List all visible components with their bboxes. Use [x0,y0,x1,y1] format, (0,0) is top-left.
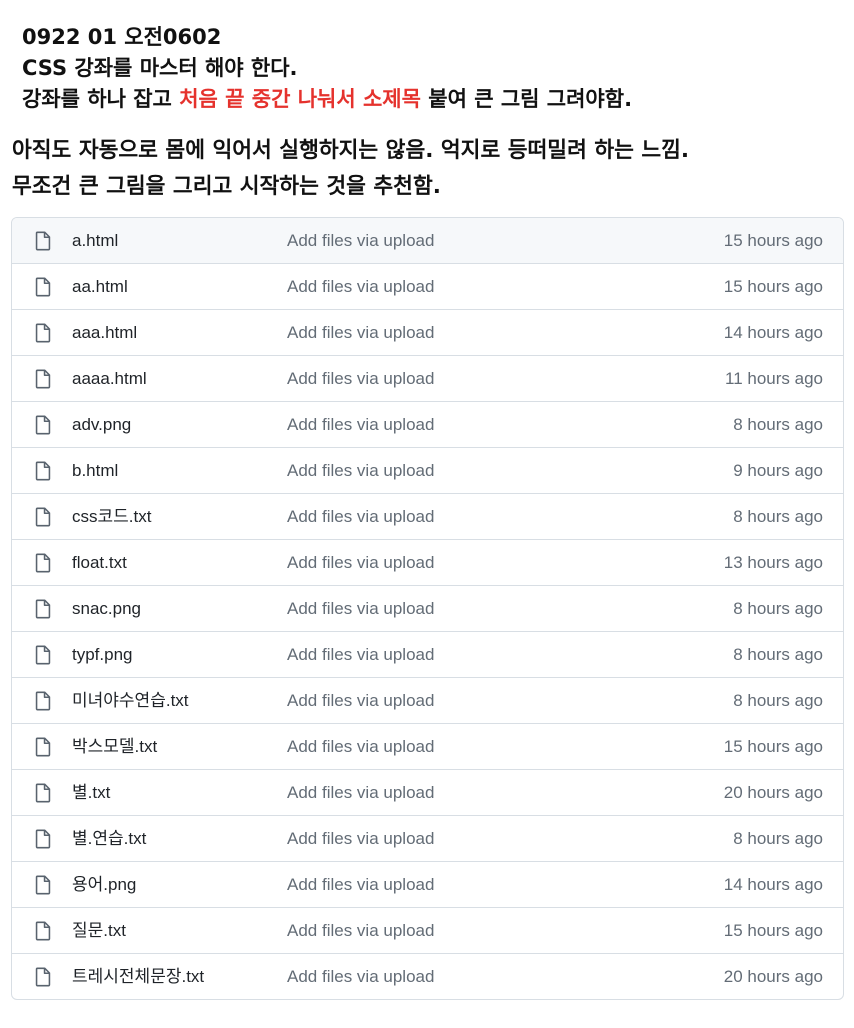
notes-block: 0922 01 오전0602 CSS 강좌를 마스터 해야 한다. 강좌를 하나… [22,22,842,115]
file-name-link[interactable]: typf.png [72,632,133,678]
file-row[interactable]: aaaa.html Add files via upload 11 hours ag… [12,355,843,401]
commit-age: 15 hours ago [723,921,823,940]
file-name-link[interactable]: 트레시전체문장.txt [72,954,204,999]
file-row[interactable]: 별.txt Add files via upload 20 hours ago [12,769,843,815]
file-row[interactable]: 별.연습.txt Add files via upload 8 hours ago [12,815,843,861]
note2-line-2: 무조건 큰 그림을 그리고 시작하는 것을 추천함. [12,174,441,199]
file-name-link[interactable]: 별.연습.txt [72,816,146,862]
file-name-link[interactable]: 별.txt [72,770,110,816]
file-icon [34,691,52,711]
file-row[interactable]: 질문.txt Add files via upload 15 hours ago [12,907,843,953]
commit-age: 20 hours ago [723,783,823,802]
file-icon [34,967,52,987]
file-list: a.html Add files via upload 15 hours ago aa… [11,217,844,1000]
commit-message-link[interactable]: Add files via upload [287,770,434,816]
file-name-link[interactable]: css코드.txt [72,494,151,540]
commit-message-link[interactable]: Add files via upload [287,862,434,908]
file-icon [34,875,52,895]
commit-age: 8 hours ago [733,599,823,618]
file-row[interactable]: b.html Add files via upload 9 hours ago [12,447,843,493]
commit-message-link[interactable]: Add files via upload [287,356,434,402]
file-icon [34,737,52,757]
file-name-link[interactable]: aaa.html [72,310,137,356]
file-row[interactable]: snac.png Add files via upload 8 hours ago [12,585,843,631]
note2-line-1: 아직도 자동으로 몸에 익어서 실행하지는 않음. 억지로 등떠밀려 하는 느낌… [12,138,690,163]
file-icon [34,553,52,573]
commit-age: 15 hours ago [723,737,823,756]
note-line-3-prefix: 강좌를 하나 잡고 [22,87,180,111]
file-row[interactable]: a.html Add files via upload 15 hours ago [12,218,843,263]
commit-message-link[interactable]: Add files via upload [287,494,434,540]
file-row[interactable]: adv.png Add files via upload 8 hours ago [12,401,843,447]
commit-age: 14 hours ago [723,875,823,894]
note-line-3-suffix: 붙여 큰 그림 그려야함. [420,87,633,111]
commit-message-link[interactable]: Add files via upload [287,632,434,678]
file-icon [34,369,52,389]
file-name-link[interactable]: adv.png [72,402,131,448]
file-row[interactable]: 미녀야수연습.txt Add files via upload 8 hours ag… [12,677,843,723]
commit-message-link[interactable]: Add files via upload [287,724,434,770]
commit-message-link[interactable]: Add files via upload [287,954,434,999]
commit-age: 8 hours ago [733,507,823,526]
file-row[interactable]: 트레시전체문장.txt Add files via upload 20 hours … [12,953,843,999]
file-row[interactable]: float.txt Add files via upload 13 hours ag… [12,539,843,585]
note-line-2: CSS 강좌를 마스터 해야 한다. [22,56,298,80]
commit-message-link[interactable]: Add files via upload [287,402,434,448]
commit-age: 14 hours ago [723,323,823,342]
file-icon [34,829,52,849]
file-name-link[interactable]: float.txt [72,540,127,586]
commit-message-link[interactable]: Add files via upload [287,218,434,264]
file-name-link[interactable]: b.html [72,448,118,494]
commit-age: 8 hours ago [733,415,823,434]
file-row[interactable]: 박스모델.txt Add files via upload 15 hours ago [12,723,843,769]
file-icon [34,921,52,941]
commit-age: 13 hours ago [723,553,823,572]
file-icon [34,323,52,343]
file-name-link[interactable]: 박스모델.txt [72,724,157,770]
commit-age: 11 hours ago [725,369,823,388]
commit-message-link[interactable]: Add files via upload [287,310,434,356]
note-line-1: 0922 01 오전0602 [22,25,222,49]
file-icon [34,507,52,527]
file-name-link[interactable]: aaaa.html [72,356,147,402]
note-line-3: 강좌를 하나 잡고 처음 끝 중간 나눠서 소제목 붙여 큰 그림 그려야함. [22,84,842,115]
file-icon [34,783,52,803]
file-icon [34,231,52,251]
commit-message-link[interactable]: Add files via upload [287,678,434,724]
commit-message-link[interactable]: Add files via upload [287,586,434,632]
commit-age: 8 hours ago [733,645,823,664]
commit-age: 20 hours ago [723,967,823,986]
file-name-link[interactable]: 질문.txt [72,908,126,954]
file-icon [34,645,52,665]
commit-message-link[interactable]: Add files via upload [287,816,434,862]
file-row[interactable]: typf.png Add files via upload 8 hours ago [12,631,843,677]
commit-age: 8 hours ago [733,691,823,710]
note-line-3-highlight: 처음 끝 중간 나눠서 소제목 [179,87,421,111]
file-row[interactable]: aaa.html Add files via upload 14 hours ago [12,309,843,355]
file-name-link[interactable]: 용어.png [72,862,136,908]
file-row[interactable]: css코드.txt Add files via upload 8 hours ago [12,493,843,539]
commit-message-link[interactable]: Add files via upload [287,448,434,494]
commit-age: 15 hours ago [723,231,823,250]
file-icon [34,415,52,435]
file-row[interactable]: aa.html Add files via upload 15 hours ago [12,263,843,309]
commit-age: 8 hours ago [733,829,823,848]
commit-age: 15 hours ago [723,277,823,296]
file-name-link[interactable]: 미녀야수연습.txt [72,678,189,724]
notes-block-2: 아직도 자동으로 몸에 익어서 실행하지는 않음. 억지로 등떠밀려 하는 느낌… [12,133,842,205]
commit-age: 9 hours ago [733,461,823,480]
file-icon [34,599,52,619]
file-name-link[interactable]: snac.png [72,586,141,632]
file-name-link[interactable]: aa.html [72,264,128,310]
commit-message-link[interactable]: Add files via upload [287,540,434,586]
commit-message-link[interactable]: Add files via upload [287,264,434,310]
file-icon [34,277,52,297]
commit-message-link[interactable]: Add files via upload [287,908,434,954]
file-row[interactable]: 용어.png Add files via upload 14 hours ago [12,861,843,907]
file-icon [34,461,52,481]
file-name-link[interactable]: a.html [72,218,118,264]
